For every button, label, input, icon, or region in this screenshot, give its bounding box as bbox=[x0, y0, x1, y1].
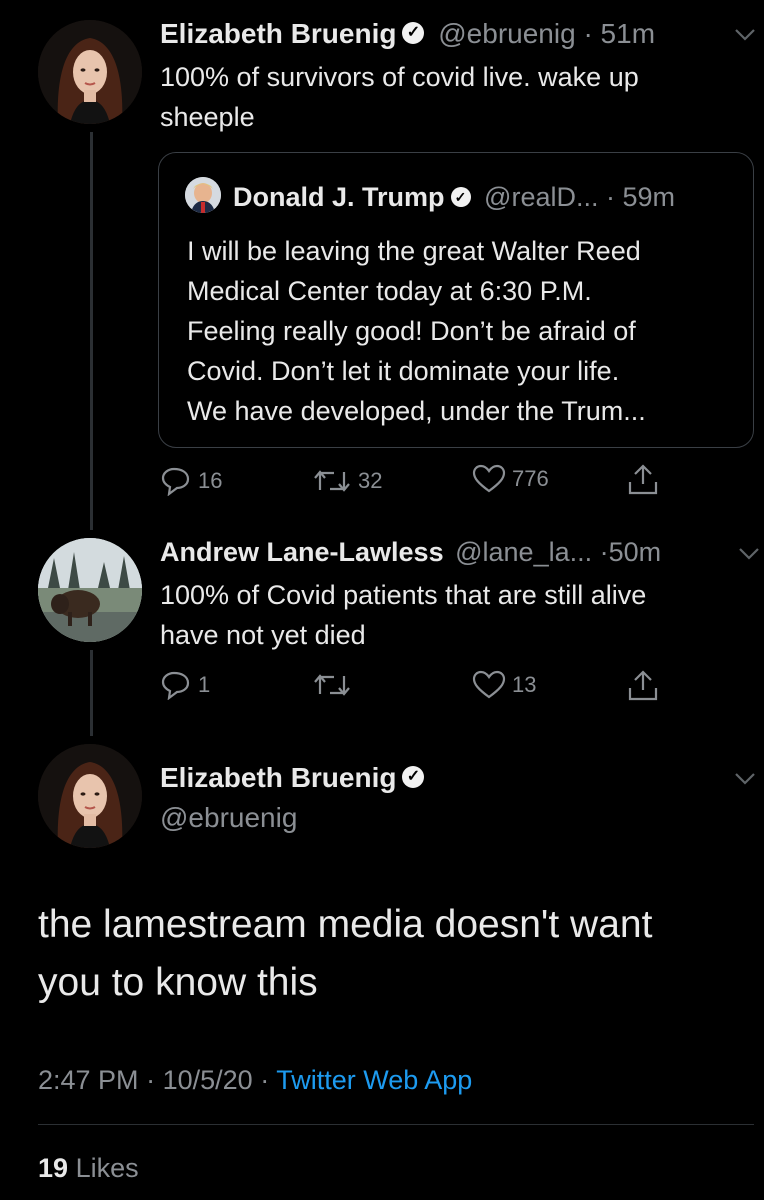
reply-icon bbox=[161, 467, 190, 496]
quote-text-line: Medical Center today at 6:30 P.M. bbox=[187, 276, 592, 306]
verified-badge-icon: ✓ bbox=[450, 186, 471, 207]
main-tweet-text: the lamestream media doesn't want you to… bbox=[38, 896, 652, 1012]
tweet-source-link[interactable]: Twitter Web App bbox=[276, 1065, 472, 1095]
reply-button[interactable]: 16 bbox=[160, 466, 222, 496]
verified-badge-icon: ✓ bbox=[402, 21, 425, 44]
main-text-line1: the lamestream media doesn't want bbox=[38, 903, 653, 946]
tweet-date: 10/5/20 bbox=[162, 1065, 253, 1095]
main-display-name-text: Elizabeth Bruenig bbox=[160, 762, 397, 793]
tweet2-text: 100% of Covid patients that are still al… bbox=[160, 575, 646, 655]
quote-text-line: We have developed, under the Trum... bbox=[187, 396, 646, 426]
like-count: 776 bbox=[512, 466, 549, 491]
tweet1-text: 100% of survivors of covid live. wake up… bbox=[160, 57, 639, 137]
retweet-button[interactable]: 32 bbox=[312, 466, 382, 496]
tweet1-handle[interactable]: @ebruenig bbox=[438, 18, 575, 49]
tweet-time: 2:47 PM bbox=[38, 1065, 139, 1095]
avatar-andrew[interactable] bbox=[38, 538, 142, 642]
meta-sep: · bbox=[260, 1065, 270, 1095]
reply-button[interactable]: 1 bbox=[160, 670, 210, 700]
retweet-button[interactable] bbox=[312, 670, 358, 700]
tweet1-time[interactable]: 51m bbox=[601, 18, 655, 49]
tweet2-text-line1: 100% of Covid patients that are still al… bbox=[160, 580, 647, 610]
tweet-meta: 2:47 PM · 10/5/20 · Twitter Web App bbox=[38, 1062, 472, 1098]
meta-sep: · bbox=[146, 1065, 156, 1095]
quote-time[interactable]: 59m bbox=[623, 182, 676, 212]
chevron-down-icon[interactable] bbox=[734, 28, 756, 42]
tweet1-text-line2: sheeple bbox=[160, 102, 255, 132]
quote-text: I will be leaving the great Walter Reed … bbox=[187, 231, 646, 431]
main-display-name[interactable]: Elizabeth Bruenig ✓ bbox=[160, 760, 425, 796]
quote-header: Donald J. Trump ✓ @realD... · 59m bbox=[233, 179, 675, 215]
tweet1-display-name[interactable]: Elizabeth Bruenig bbox=[160, 18, 396, 49]
quote-text-line: Feeling really good! Don’t be afraid of bbox=[187, 316, 636, 346]
tweet2-time[interactable]: 50m bbox=[609, 537, 662, 567]
reply-count: 1 bbox=[198, 672, 211, 697]
like-button[interactable]: 776 bbox=[472, 464, 549, 494]
heart-icon bbox=[472, 670, 506, 699]
tweet2-handle[interactable]: @lane_la... bbox=[455, 537, 592, 567]
chevron-down-icon[interactable] bbox=[734, 772, 756, 786]
retweet-icon bbox=[314, 470, 350, 492]
likes-count: 19 bbox=[38, 1153, 69, 1183]
tweet2-header: Andrew Lane-Lawless @lane_la... ·50m bbox=[160, 534, 661, 570]
reply-icon bbox=[161, 671, 190, 700]
tweet2-display-name[interactable]: Andrew Lane-Lawless bbox=[160, 537, 444, 567]
like-count: 13 bbox=[512, 672, 537, 697]
likes-label: Likes bbox=[75, 1153, 139, 1183]
tweet1-text-line1: 100% of survivors of covid live. wake up bbox=[160, 62, 639, 92]
chevron-down-icon[interactable] bbox=[738, 547, 760, 561]
divider bbox=[38, 1124, 754, 1125]
quote-handle[interactable]: @realD... bbox=[484, 182, 598, 212]
avatar-trump[interactable] bbox=[185, 177, 221, 213]
quote-text-line: I will be leaving the great Walter Reed bbox=[187, 236, 641, 266]
verified-badge-icon: ✓ bbox=[402, 765, 425, 788]
heart-icon bbox=[472, 464, 506, 493]
thread-line bbox=[90, 650, 93, 736]
retweet-count: 32 bbox=[358, 468, 383, 493]
main-handle[interactable]: @ebruenig bbox=[160, 800, 297, 836]
retweet-icon bbox=[314, 674, 350, 696]
reply-count: 16 bbox=[198, 468, 223, 493]
avatar-elizabeth[interactable] bbox=[38, 20, 142, 124]
tweet2-sep: · bbox=[599, 537, 609, 567]
share-icon[interactable] bbox=[626, 464, 660, 496]
tweet1-header: Elizabeth Bruenig ✓ @ebruenig · 51m bbox=[160, 16, 655, 52]
like-button[interactable]: 13 bbox=[472, 670, 536, 700]
main-text-line2: you to know this bbox=[38, 961, 318, 1004]
quote-text-line: Covid. Don’t let it dominate your life. bbox=[187, 356, 620, 386]
tweet2-text-line2: have not yet died bbox=[160, 620, 366, 650]
quoted-tweet-card[interactable]: Donald J. Trump ✓ @realD... · 59m I will … bbox=[158, 152, 754, 448]
avatar-elizabeth[interactable] bbox=[38, 744, 142, 848]
tweet1-sep: · bbox=[583, 18, 593, 49]
share-icon[interactable] bbox=[626, 670, 660, 702]
quote-sep: · bbox=[606, 182, 615, 212]
thread-line bbox=[90, 132, 93, 530]
likes-summary[interactable]: 19 Likes bbox=[38, 1150, 139, 1186]
quote-display-name[interactable]: Donald J. Trump bbox=[233, 182, 445, 212]
